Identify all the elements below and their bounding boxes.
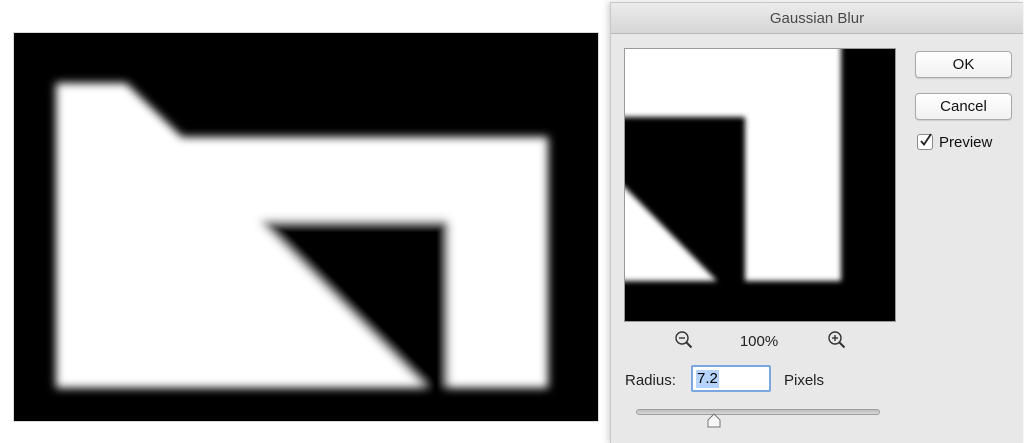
preview-checkbox[interactable]	[917, 133, 933, 150]
preview-pane[interactable]	[624, 48, 896, 322]
unit-label: Pixels	[784, 372, 825, 389]
dialog-titlebar[interactable]: Gaussian Blur	[611, 3, 1023, 34]
preview-image	[625, 49, 895, 321]
zoom-level: 100%	[739, 333, 779, 350]
radius-slider-track[interactable]	[636, 409, 880, 415]
zoom-out-icon	[675, 331, 693, 349]
slider-thumb-icon	[707, 413, 721, 428]
checkmark-icon	[920, 133, 932, 146]
app-root: Gaussian Blur 100% Radius: 7.2 7.2 Pixel…	[0, 0, 1024, 443]
blurred-image	[14, 33, 598, 421]
radius-input[interactable]	[691, 365, 771, 392]
radius-label: Radius:	[625, 372, 676, 389]
preview-label: Preview	[939, 134, 993, 151]
radius-slider-thumb[interactable]	[706, 413, 722, 429]
zoom-in-icon	[828, 331, 846, 349]
cancel-button[interactable]: Cancel	[915, 93, 1012, 120]
dialog-title: Gaussian Blur	[769, 10, 865, 27]
document-canvas[interactable]	[14, 33, 598, 421]
ok-button[interactable]: OK	[915, 51, 1012, 78]
zoom-out-button[interactable]	[673, 329, 695, 351]
gaussian-blur-dialog: Gaussian Blur 100% Radius: 7.2 7.2 Pixel…	[610, 2, 1023, 443]
zoom-in-button[interactable]	[826, 329, 848, 351]
